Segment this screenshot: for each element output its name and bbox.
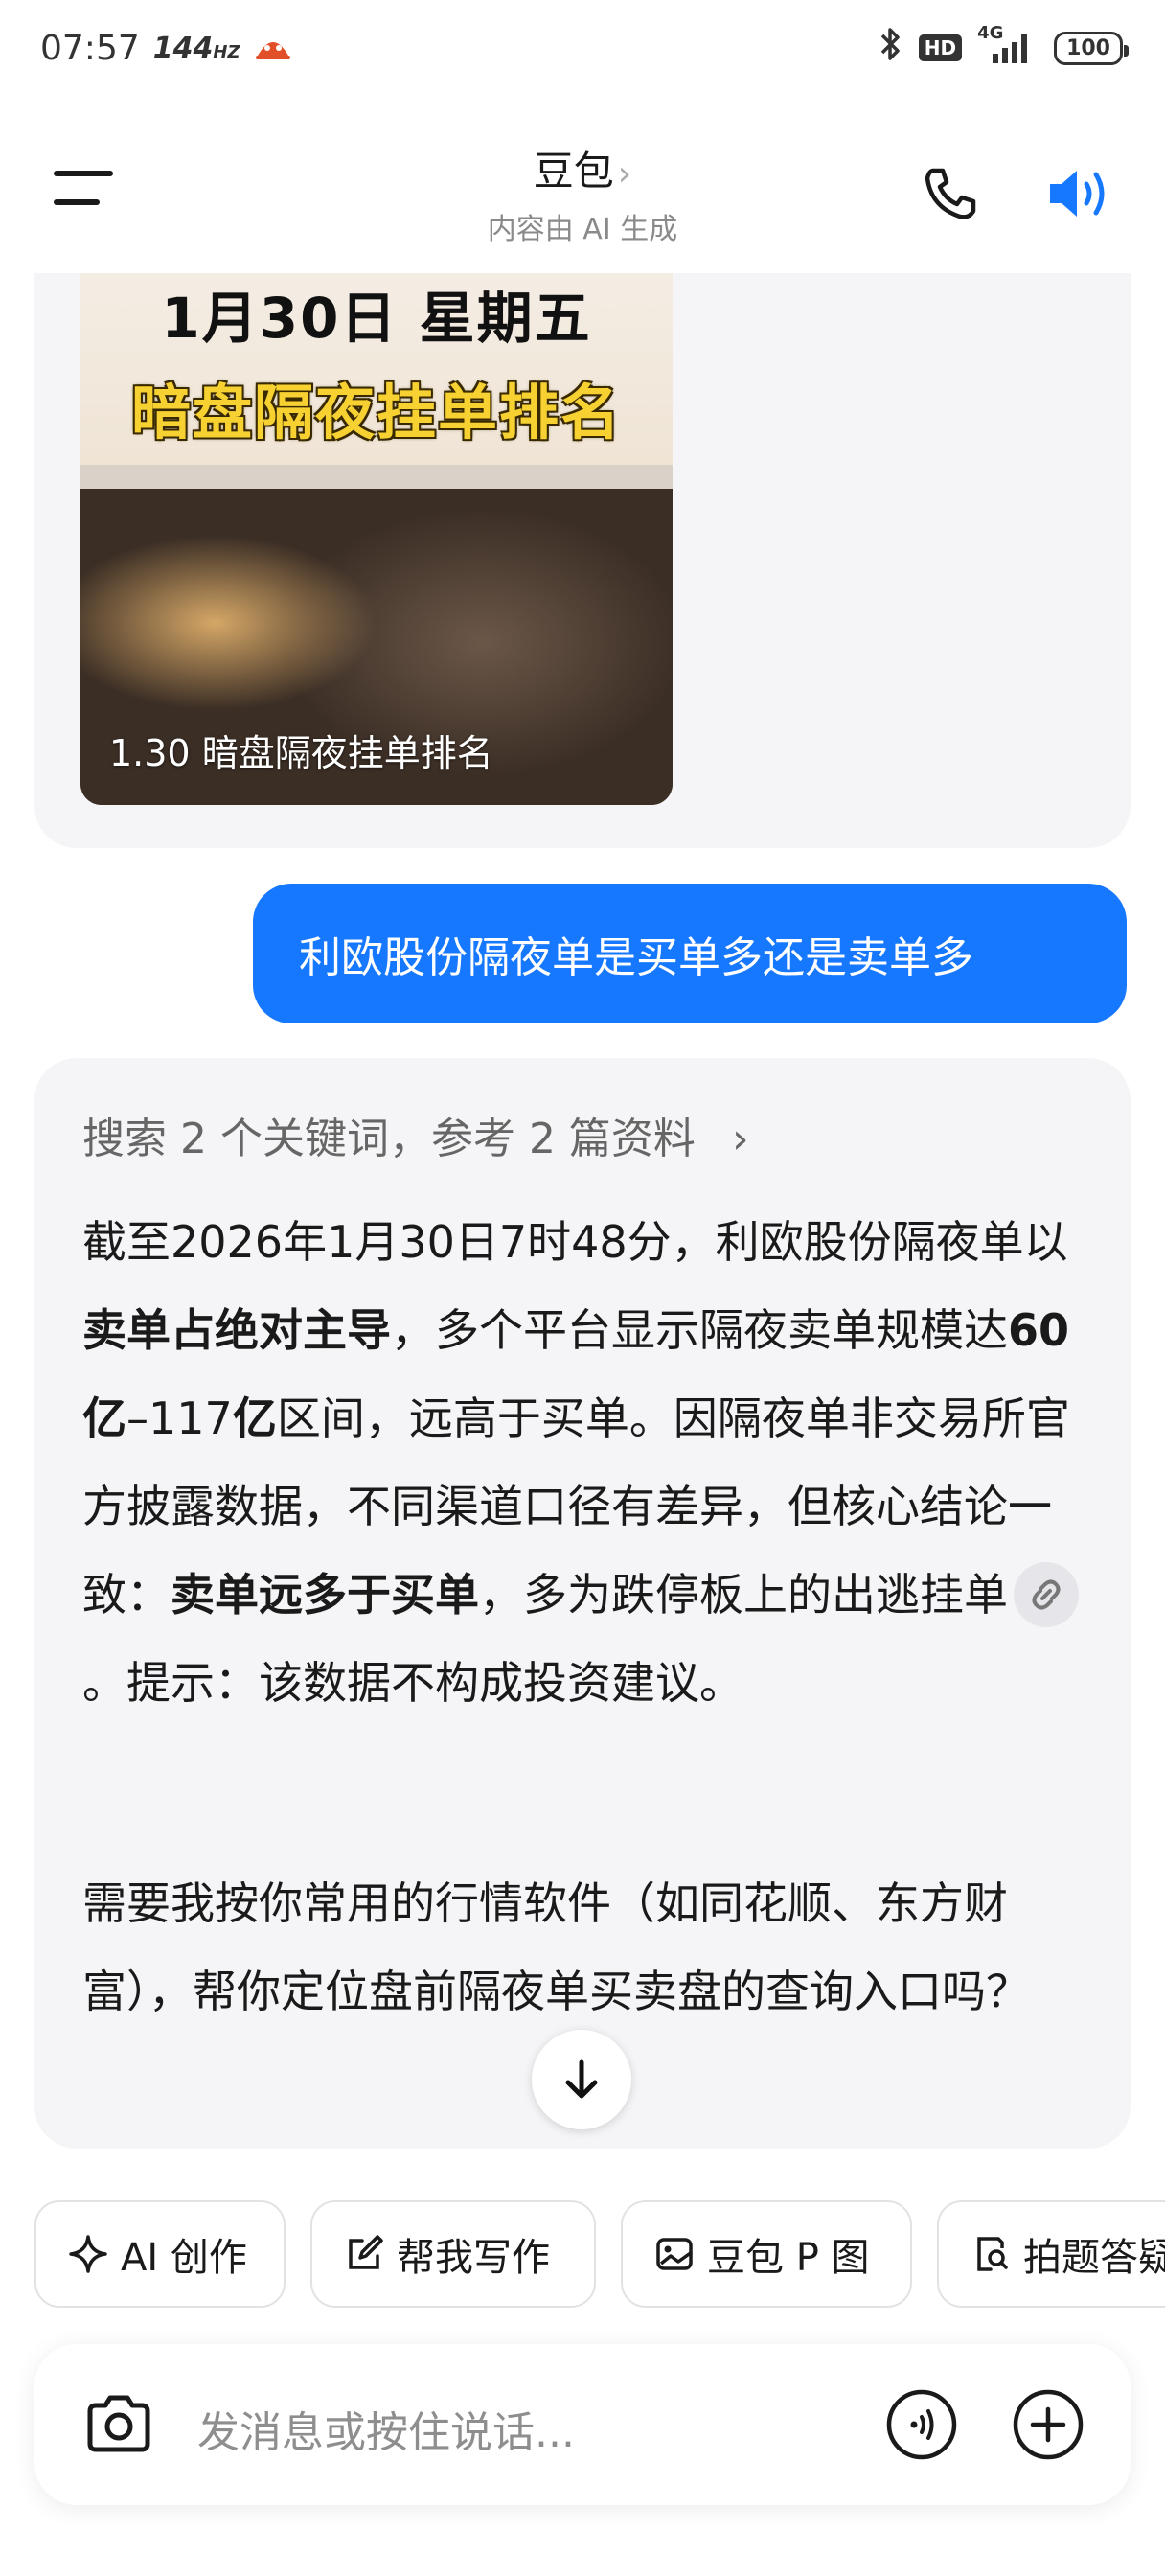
phone-call-icon[interactable]: [920, 163, 981, 224]
notification-app-icon: [254, 27, 292, 70]
status-bar: 07:57 144HZ HD 4G 100: [0, 0, 1165, 96]
chevron-right-icon: ›: [617, 154, 632, 194]
hd-badge: HD: [918, 34, 963, 61]
user-message-bubble[interactable]: 利欧股份隔夜单是买单多还是卖单多: [253, 884, 1127, 1024]
card-divider-band: [80, 465, 673, 492]
ai-answer-paragraph-2: 需要我按你常用的行情软件（如同花顺、东方财富），帮你定位盘前隔夜单买卖盘的查询入…: [82, 1877, 1030, 2017]
shared-video-card[interactable]: 1月30日 星期五 暗盘隔夜挂单排名 1.30 暗盘隔夜挂单排名: [80, 273, 673, 805]
bot-name[interactable]: 豆包 ›: [0, 139, 1165, 197]
quick-action-write[interactable]: 帮我写作: [310, 2200, 596, 2308]
battery-indicator: 100: [1054, 31, 1129, 65]
chat-title-area[interactable]: 豆包 › 内容由 AI 生成: [0, 139, 1165, 247]
bluetooth-icon: [879, 26, 903, 71]
card-caption: 1.30 暗盘隔夜挂单排名: [109, 732, 493, 774]
status-time: 07:57: [40, 28, 140, 68]
add-icon[interactable]: [1012, 2388, 1085, 2461]
ai-disclaimer: 内容由 AI 生成: [487, 213, 678, 246]
voice-call-icon[interactable]: [885, 2388, 958, 2461]
arrow-down-icon: [565, 2059, 598, 2099]
source-link-icon[interactable]: [1014, 1561, 1079, 1627]
edit-icon: [349, 2235, 383, 2269]
chevron-right-icon: ›: [731, 1115, 749, 1163]
quick-action-photo-question[interactable]: 拍题答疑: [937, 2200, 1165, 2308]
camera-icon[interactable]: [80, 2386, 157, 2463]
card-title-main: 暗盘隔夜挂单排名: [130, 378, 622, 448]
chat-header: 豆包 › 内容由 AI 生成: [0, 105, 1165, 273]
quick-action-ai-create[interactable]: AI 创作: [34, 2200, 286, 2308]
status-right: HD 4G 100: [879, 23, 1129, 71]
ai-answer-paragraph-1: 截至2026年1月30日7时48分，利欧股份隔夜单以卖单占绝对主导，多个平台显示…: [82, 1198, 1088, 1727]
search-reference-link[interactable]: 搜索 2 个关键词，参考 2 篇资料 ›: [82, 1104, 749, 1165]
sparkle-icon: [69, 2235, 107, 2273]
speaker-icon[interactable]: [1044, 163, 1113, 224]
quick-action-row: AI 创作 帮我写作 豆包 P 图 拍题答疑: [34, 2200, 1165, 2308]
status-left: 07:57 144HZ: [40, 27, 292, 70]
quick-action-p-image[interactable]: 豆包 P 图: [621, 2200, 912, 2308]
scroll-to-bottom-button[interactable]: [532, 2030, 631, 2129]
search-doc-icon: [977, 2237, 1008, 2271]
message-input-bar: 发消息或按住说话...: [34, 2344, 1131, 2505]
signal-icon: 4G: [977, 23, 1039, 67]
user-message-text: 利欧股份隔夜单是买单多还是卖单多: [299, 933, 973, 982]
message-input[interactable]: 发消息或按住说话...: [197, 2398, 575, 2459]
refresh-rate: 144HZ: [152, 31, 240, 65]
card-title-date: 1月30日 星期五: [161, 286, 592, 351]
image-edit-icon: [656, 2238, 694, 2270]
